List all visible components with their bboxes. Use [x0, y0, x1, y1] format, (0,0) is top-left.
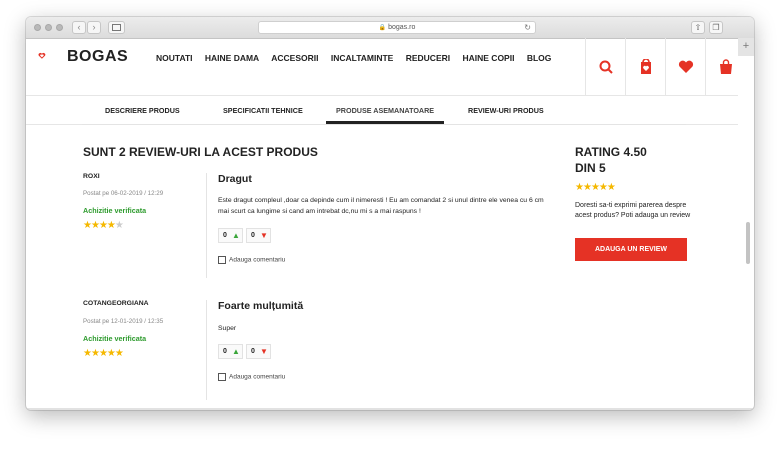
zoom-window-button[interactable]: [56, 24, 63, 31]
review-text: Este dragut compleul ,doar ca depinde cu…: [218, 197, 544, 215]
like-count: 0: [223, 348, 227, 355]
star-icon: ★: [106, 348, 116, 359]
close-window-button[interactable]: [34, 24, 41, 31]
address-bar[interactable]: 🔒 bogas.ro ↻: [258, 21, 536, 34]
back-button[interactable]: ‹: [72, 21, 86, 34]
search-button[interactable]: [585, 38, 625, 95]
menu-item-blog[interactable]: BLOG: [527, 53, 552, 63]
menu-item-incaltaminte[interactable]: INCALTAMINTE: [331, 53, 393, 63]
sidebar-toggle-button[interactable]: [108, 21, 125, 34]
wishlist-button[interactable]: [665, 38, 705, 95]
summary-stars: ★★★★★: [575, 182, 616, 193]
star-half-icon: ★: [606, 182, 616, 193]
heart-icon: [678, 60, 693, 73]
tab-produse-asemanatoare[interactable]: PRODUSE ASEMANATOARE: [336, 106, 434, 115]
star-icon: ★: [90, 348, 100, 359]
review-date: Postat pe 06-02-2019 / 12:29: [83, 190, 164, 197]
window-bottom-edge: [26, 408, 754, 410]
review-invite-text: Doresti sa-ti exprimi parerea despre ace…: [575, 202, 691, 219]
star-icon: ★: [90, 220, 100, 231]
star-icon: ★: [106, 220, 116, 231]
comment-icon: [218, 373, 226, 381]
menu-item-reduceri[interactable]: REDUCERI: [406, 53, 450, 63]
tab-descriere-produs[interactable]: DESCRIERE PRODUS: [105, 106, 180, 115]
menu-item-accesorii[interactable]: ACCESORII: [271, 53, 318, 63]
star-icon: ★: [590, 182, 600, 193]
star-icon: ★: [598, 182, 608, 193]
like-button[interactable]: 0 ▲: [218, 228, 243, 243]
star-empty-icon: ★: [114, 220, 124, 231]
thumbs-down-icon: ▼: [260, 347, 268, 356]
star-icon: ★: [83, 348, 92, 359]
menu-item-haine-dama[interactable]: HAINE DAMA: [205, 53, 259, 63]
verified-purchase-label: Achizitie verificata: [83, 334, 147, 343]
reload-icon[interactable]: ↻: [524, 22, 531, 33]
rating-value-line: RATING 4.50: [575, 145, 647, 159]
page-scrollbar[interactable]: [746, 222, 750, 264]
thumbs-up-icon: ▲: [232, 347, 240, 356]
like-count: 0: [223, 232, 227, 239]
review-stars: ★★★★★: [83, 348, 124, 359]
share-button[interactable]: ⇧: [691, 21, 705, 34]
product-tabs: DESCRIERE PRODUS SPECIFICATII TEHNICE PR…: [26, 96, 738, 125]
review-separator: [206, 300, 207, 400]
tab-review-uri-produs[interactable]: REVIEW-URI PRODUS: [468, 106, 544, 115]
review-title: Foarte mulțumită: [218, 300, 304, 312]
like-button[interactable]: 0 ▲: [218, 344, 243, 359]
menu-item-haine-copii[interactable]: HAINE COPII: [463, 53, 515, 63]
logo-text[interactable]: BOGAS: [67, 48, 128, 66]
star-icon: ★: [98, 348, 108, 359]
bogas-logo[interactable]: [38, 44, 66, 68]
review-author: COTANGEORGIANA: [83, 300, 149, 307]
browser-toolbar: ‹ › 🔒 bogas.ro ↻ ⇧ ❐: [26, 17, 754, 39]
add-review-button[interactable]: ADAUGA UN REVIEW: [575, 238, 687, 261]
add-comment-label: Adauga comentariu: [229, 256, 286, 264]
star-icon: ★: [582, 182, 592, 193]
forward-button[interactable]: ›: [87, 21, 101, 34]
dislike-button[interactable]: 0 ▼: [246, 228, 271, 243]
search-icon: [599, 60, 613, 74]
menu-item-noutati[interactable]: NOUTATI: [156, 53, 193, 63]
lock-icon: 🔒: [378, 25, 387, 31]
header-actions: [585, 38, 745, 95]
star-icon: ★: [83, 220, 92, 231]
thumbs-down-icon: ▼: [260, 231, 268, 240]
verified-purchase-label: Achizitie verificata: [83, 206, 147, 215]
add-comment-link[interactable]: Adauga comentariu: [218, 373, 285, 381]
url-text: bogas.ro: [388, 24, 416, 31]
account-button[interactable]: [625, 38, 665, 95]
dislike-button[interactable]: 0 ▼: [246, 344, 271, 359]
bag-icon: [719, 58, 732, 74]
review-text: Super: [218, 325, 237, 332]
thumbs-up-icon: ▲: [232, 231, 240, 240]
rating-scale-line: DIN 5: [575, 161, 606, 175]
browser-window: ‹ › 🔒 bogas.ro ↻ ⇧ ❐ + BOGAS NOUTATI HAIN…: [26, 17, 754, 410]
star-icon: ★: [114, 348, 124, 359]
reviews-title: SUNT 2 REVIEW-URI LA ACEST PRODUS: [83, 145, 318, 159]
review-author: ROXI: [83, 173, 100, 180]
add-comment-label: Adauga comentariu: [229, 373, 286, 381]
main-menu: NOUTATI HAINE DAMA ACCESORII INCALTAMINT…: [156, 53, 561, 63]
dislike-count: 0: [251, 232, 255, 239]
review-date: Postat pe 12-01-2019 / 12:35: [83, 318, 164, 325]
star-icon: ★: [575, 182, 584, 193]
review-stars: ★★★★★: [83, 220, 124, 231]
review-separator: [206, 173, 207, 278]
review-title: Dragut: [218, 173, 252, 185]
minimize-window-button[interactable]: [45, 24, 52, 31]
dislike-count: 0: [251, 348, 255, 355]
cart-button[interactable]: [705, 38, 745, 95]
comment-icon: [218, 256, 226, 264]
tabs-overview-button[interactable]: ❐: [709, 21, 723, 34]
rating-summary: RATING 4.50 DIN 5: [575, 144, 695, 176]
account-icon: [640, 58, 651, 74]
add-comment-link[interactable]: Adauga comentariu: [218, 256, 285, 264]
tab-specificatii-tehnice[interactable]: SPECIFICATII TEHNICE: [223, 106, 303, 115]
star-icon: ★: [98, 220, 108, 231]
section-divider: [82, 124, 686, 125]
